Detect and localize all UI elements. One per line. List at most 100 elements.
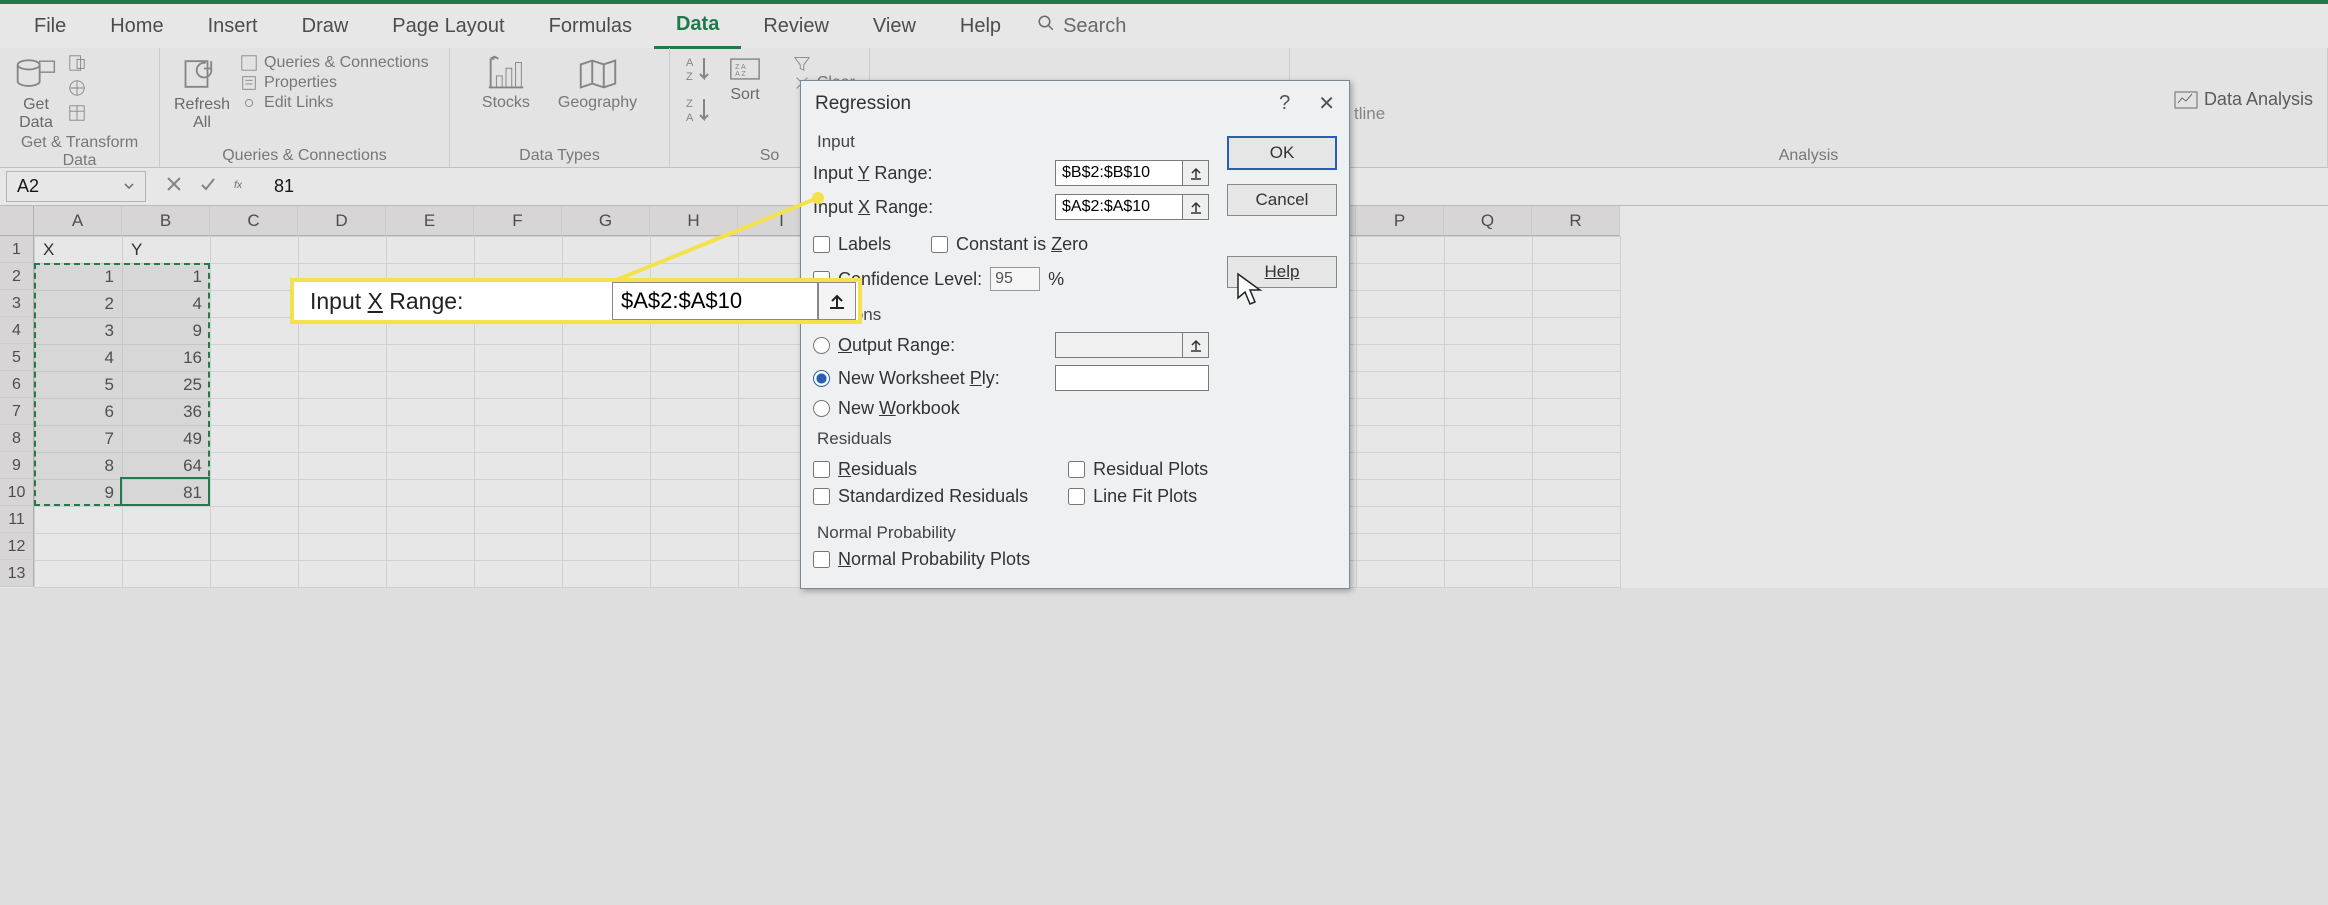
cell[interactable] [387, 561, 475, 588]
tab-help[interactable]: Help [938, 5, 1023, 48]
cancel-formula-icon[interactable] [166, 176, 182, 197]
cell[interactable] [211, 426, 299, 453]
cell[interactable]: 5 [35, 372, 123, 399]
cell[interactable] [387, 372, 475, 399]
cell[interactable] [299, 453, 387, 480]
from-text-icon[interactable] [68, 54, 86, 77]
cell[interactable] [123, 534, 211, 561]
cell[interactable] [475, 507, 563, 534]
tab-page-layout[interactable]: Page Layout [370, 5, 526, 48]
cell[interactable] [1357, 264, 1445, 291]
cell[interactable] [1357, 372, 1445, 399]
residual-plots-checkbox[interactable] [1068, 461, 1085, 478]
column-header[interactable]: A [34, 206, 122, 236]
cell[interactable] [211, 237, 299, 264]
cell[interactable] [211, 345, 299, 372]
sort-asc-button[interactable]: AZ [684, 54, 718, 89]
cell[interactable] [475, 345, 563, 372]
cell[interactable] [1445, 480, 1533, 507]
cell[interactable] [563, 507, 651, 534]
collapse-output-range-button[interactable] [1183, 332, 1209, 358]
cancel-button[interactable]: Cancel [1227, 184, 1337, 216]
from-web-icon[interactable] [68, 79, 86, 102]
output-range-field[interactable] [1055, 332, 1183, 358]
cell[interactable] [1357, 291, 1445, 318]
cell[interactable] [651, 399, 739, 426]
cell[interactable] [387, 399, 475, 426]
cell[interactable] [475, 453, 563, 480]
column-header[interactable]: B [122, 206, 210, 236]
cell[interactable] [1357, 399, 1445, 426]
cell[interactable] [1445, 534, 1533, 561]
row-header[interactable]: 7 [0, 398, 34, 425]
cell[interactable] [1533, 318, 1621, 345]
cell[interactable]: 49 [123, 426, 211, 453]
row-header[interactable]: 6 [0, 371, 34, 398]
normal-plots-checkbox[interactable] [813, 551, 830, 568]
cell[interactable] [1445, 399, 1533, 426]
cell[interactable] [211, 453, 299, 480]
cell[interactable] [387, 453, 475, 480]
cell[interactable] [1445, 237, 1533, 264]
column-header[interactable]: G [562, 206, 650, 236]
cell[interactable] [475, 534, 563, 561]
cell[interactable] [651, 453, 739, 480]
cell[interactable] [1445, 561, 1533, 588]
cell[interactable] [1533, 534, 1621, 561]
cell[interactable] [651, 534, 739, 561]
cell[interactable] [563, 345, 651, 372]
cell[interactable] [1445, 453, 1533, 480]
cell[interactable] [1445, 426, 1533, 453]
properties-button[interactable]: Properties [240, 74, 429, 92]
tab-view[interactable]: View [851, 5, 938, 48]
cell[interactable]: 6 [35, 399, 123, 426]
cell[interactable] [1533, 507, 1621, 534]
cell[interactable] [123, 507, 211, 534]
cell[interactable]: 1 [123, 264, 211, 291]
cell[interactable]: 1 [35, 264, 123, 291]
cell[interactable] [299, 534, 387, 561]
cell[interactable] [1445, 264, 1533, 291]
tab-file[interactable]: File [12, 5, 88, 48]
queries-connections-button[interactable]: Queries & Connections [240, 54, 429, 72]
row-header[interactable]: 2 [0, 263, 34, 290]
cell[interactable] [563, 426, 651, 453]
constant-zero-checkbox[interactable] [931, 236, 948, 253]
row-header[interactable]: 13 [0, 560, 34, 587]
cell[interactable] [475, 237, 563, 264]
cell[interactable] [475, 372, 563, 399]
cell[interactable] [1445, 372, 1533, 399]
cell[interactable]: 36 [123, 399, 211, 426]
edit-links-button[interactable]: Edit Links [240, 94, 429, 112]
cell[interactable] [1357, 318, 1445, 345]
cell[interactable] [1357, 453, 1445, 480]
new-worksheet-field[interactable] [1055, 365, 1209, 391]
cell[interactable] [1445, 318, 1533, 345]
labels-checkbox[interactable] [813, 236, 830, 253]
cell[interactable]: 9 [35, 480, 123, 507]
cell[interactable] [299, 480, 387, 507]
cell[interactable]: 3 [35, 318, 123, 345]
cell[interactable] [299, 399, 387, 426]
cell[interactable] [475, 399, 563, 426]
cell[interactable] [563, 399, 651, 426]
confidence-level-field[interactable] [990, 267, 1040, 291]
residuals-checkbox[interactable] [813, 461, 830, 478]
tab-insert[interactable]: Insert [186, 5, 280, 48]
cell[interactable]: 9 [123, 318, 211, 345]
cell[interactable] [1533, 426, 1621, 453]
cell[interactable] [651, 426, 739, 453]
cell[interactable]: 4 [35, 345, 123, 372]
sort-desc-button[interactable]: ZA [684, 95, 718, 130]
row-header[interactable]: 8 [0, 425, 34, 452]
row-header[interactable]: 5 [0, 344, 34, 371]
sort-button[interactable]: Z AA Z Sort [728, 54, 762, 104]
row-header[interactable]: 11 [0, 506, 34, 533]
output-range-radio[interactable] [813, 337, 830, 354]
cell[interactable] [563, 480, 651, 507]
cell[interactable] [651, 507, 739, 534]
tab-review[interactable]: Review [741, 5, 851, 48]
cell[interactable] [1533, 372, 1621, 399]
cell[interactable] [563, 534, 651, 561]
cell[interactable] [1533, 237, 1621, 264]
